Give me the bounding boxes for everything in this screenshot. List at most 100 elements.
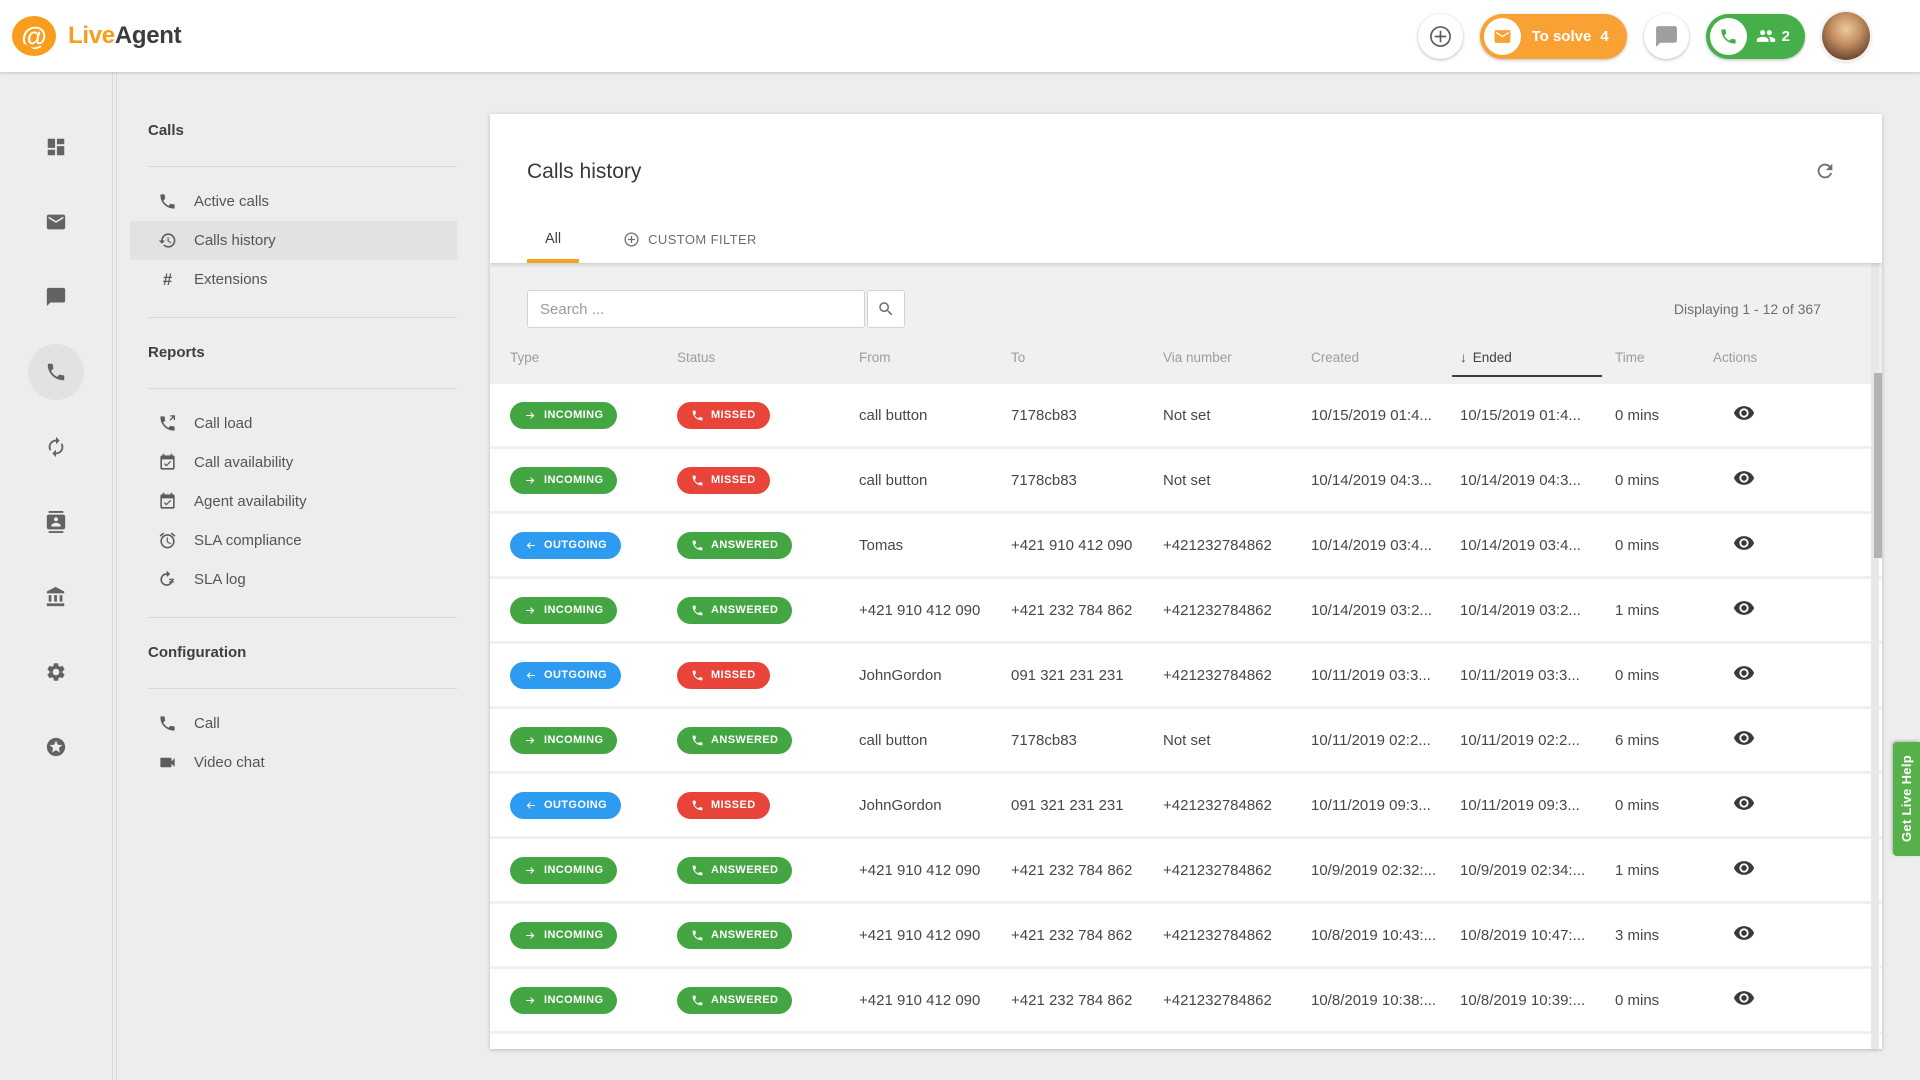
column-header-time[interactable]: Time	[1615, 350, 1713, 365]
phone-icon	[157, 192, 177, 211]
alarm-icon	[157, 531, 177, 550]
rail-item-chats[interactable]	[28, 269, 84, 325]
cell-via-number: +421232784862	[1163, 667, 1311, 684]
sidebar-item-calls-history[interactable]: Calls history	[130, 221, 457, 260]
to-solve-button[interactable]: To solve 4	[1480, 14, 1627, 59]
view-call-button[interactable]	[1733, 727, 1755, 749]
badge-label: ANSWERED	[711, 994, 778, 1006]
type-badge-incoming: INCOMING	[510, 402, 617, 429]
sidebar-item-call[interactable]: Call	[130, 704, 457, 743]
eye-icon	[1733, 467, 1755, 489]
column-header-actions[interactable]: Actions	[1713, 350, 1882, 365]
rail-item-dashboard[interactable]	[28, 119, 84, 175]
rail-item-settings[interactable]	[28, 644, 84, 700]
column-header-created[interactable]: Created	[1311, 350, 1460, 365]
user-avatar[interactable]	[1822, 12, 1870, 60]
column-header-to[interactable]: To	[1011, 350, 1163, 365]
sidebar-item-sla-compliance[interactable]: SLA compliance	[130, 521, 457, 560]
cell-time: 6 mins	[1615, 732, 1713, 749]
add-button[interactable]	[1418, 14, 1463, 59]
cell-status: MISSED	[677, 402, 859, 429]
cell-actions	[1713, 792, 1882, 818]
view-call-button[interactable]	[1733, 857, 1755, 879]
sidebar-item-video-chat[interactable]: Video chat	[130, 743, 457, 782]
view-call-button[interactable]	[1733, 597, 1755, 619]
cell-to: 7178cb83	[1011, 472, 1163, 489]
cell-actions	[1713, 662, 1882, 688]
cell-created: 10/11/2019 03:3...	[1311, 667, 1460, 684]
cell-type: OUTGOING	[510, 532, 677, 559]
cell-to: 7178cb83	[1011, 407, 1163, 424]
table-row: OUTGOINGMISSEDJohnGordon091 321 231 231+…	[490, 644, 1882, 706]
badge-label: INCOMING	[544, 604, 603, 616]
sidebar-item-agent-availability[interactable]: Agent availability	[130, 482, 457, 521]
cell-via-number: +421232784862	[1163, 537, 1311, 554]
at-glyph: @	[21, 23, 46, 49]
phone-icon	[45, 361, 67, 383]
page-content: CallsActive callsCalls history#Extension…	[0, 72, 1920, 1080]
cell-type: INCOMING	[510, 922, 677, 949]
table-row: INCOMINGMISSEDcall button7178cb83Not set…	[490, 449, 1882, 511]
type-badge-outgoing: OUTGOING	[510, 532, 621, 559]
rail-item-organization[interactable]	[28, 569, 84, 625]
column-label: Created	[1311, 350, 1359, 365]
search-input[interactable]	[527, 290, 865, 328]
status-badge-missed: MISSED	[677, 792, 770, 819]
sidebar-item-active-calls[interactable]: Active calls	[130, 182, 457, 221]
rail-item-upgrade[interactable]	[28, 719, 84, 775]
eye-icon	[1733, 532, 1755, 554]
scrollbar-thumb[interactable]	[1874, 373, 1882, 558]
agents-online-button[interactable]: 2	[1706, 14, 1805, 59]
sidebar-item-extensions[interactable]: #Extensions	[130, 260, 457, 299]
view-call-button[interactable]	[1733, 532, 1755, 554]
column-header-from[interactable]: From	[859, 350, 1011, 365]
column-header-via-number[interactable]: Via number	[1163, 350, 1311, 365]
view-call-button[interactable]	[1733, 662, 1755, 684]
cell-type: INCOMING	[510, 597, 677, 624]
rail-item-automation[interactable]	[28, 419, 84, 475]
get-live-help-tab[interactable]: Get Live Help	[1893, 742, 1920, 856]
tab-custom-filter[interactable]: CUSTOM FILTER	[605, 231, 775, 263]
arrow-left-icon	[524, 669, 537, 682]
sidebar-item-sla-log[interactable]: SLA log	[130, 560, 457, 599]
column-header-status[interactable]: Status	[677, 350, 859, 365]
sidebar-item-label: Active calls	[194, 193, 269, 210]
cell-actions	[1713, 402, 1882, 428]
sidebar-item-label: Extensions	[194, 271, 267, 288]
column-label: Status	[677, 350, 715, 365]
badge-label: INCOMING	[544, 409, 603, 421]
card-header: Calls history AllCUSTOM FILTER	[490, 114, 1882, 263]
rail-item-tickets[interactable]	[28, 194, 84, 250]
cell-from: +421 910 412 090	[859, 992, 1011, 1009]
cell-via-number: +421232784862	[1163, 797, 1311, 814]
dashboard-icon	[45, 136, 67, 158]
status-badge-missed: MISSED	[677, 402, 770, 429]
column-header-ended[interactable]: ↓Ended	[1460, 350, 1615, 365]
cell-via-number: +421232784862	[1163, 602, 1311, 619]
badge-label: MISSED	[711, 409, 756, 421]
nav-list: Active calls Calls history#Extensions	[117, 167, 457, 317]
cell-time: 0 mins	[1615, 472, 1713, 489]
cell-via-number: Not set	[1163, 472, 1311, 489]
cell-type: OUTGOING	[510, 662, 677, 689]
view-call-button[interactable]	[1733, 987, 1755, 1009]
cell-created: 10/15/2019 01:4...	[1311, 407, 1460, 424]
cell-time: 0 mins	[1615, 797, 1713, 814]
phone-icon	[691, 864, 704, 877]
tab-all[interactable]: All	[527, 231, 579, 263]
badge-label: ANSWERED	[711, 929, 778, 941]
column-header-type[interactable]: Type	[510, 350, 677, 365]
chats-button[interactable]	[1644, 14, 1689, 59]
rail-item-contacts[interactable]	[28, 494, 84, 550]
view-call-button[interactable]	[1733, 467, 1755, 489]
search-button[interactable]	[867, 290, 905, 328]
view-call-button[interactable]	[1733, 922, 1755, 944]
column-label: Type	[510, 350, 539, 365]
sidebar-item-call-availability[interactable]: Call availability	[130, 443, 457, 482]
rail-item-calls[interactable]	[28, 344, 84, 400]
sidebar-item-call-load[interactable]: Call load	[130, 404, 457, 443]
view-call-button[interactable]	[1733, 792, 1755, 814]
type-badge-incoming: INCOMING	[510, 727, 617, 754]
view-call-button[interactable]	[1733, 402, 1755, 424]
refresh-button[interactable]	[1812, 158, 1838, 187]
